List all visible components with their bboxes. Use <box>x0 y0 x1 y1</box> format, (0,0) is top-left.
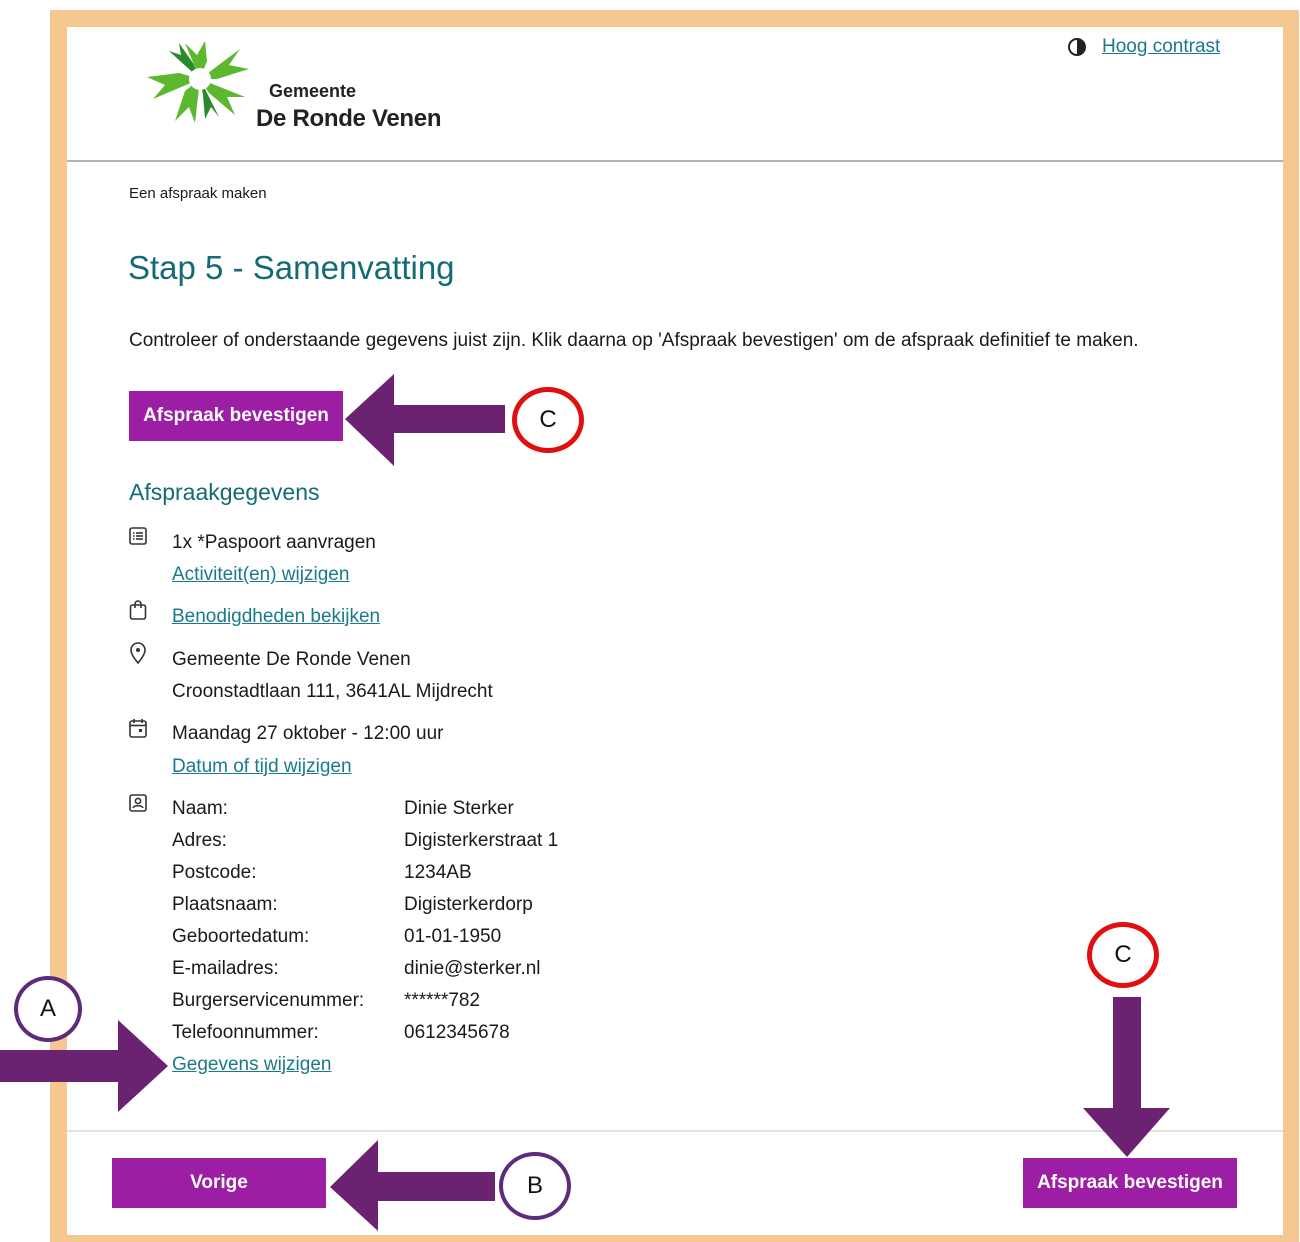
annotation-arrows <box>0 374 1170 1231</box>
annotation-b: B <box>499 1152 571 1220</box>
annotation-a: A <box>14 976 82 1042</box>
arrow-c-top <box>345 374 505 466</box>
annotation-c-top: C <box>512 387 584 453</box>
arrow-c-bottom <box>1083 997 1170 1157</box>
annotation-c-bottom: C <box>1087 922 1159 988</box>
arrow-b <box>330 1140 495 1231</box>
